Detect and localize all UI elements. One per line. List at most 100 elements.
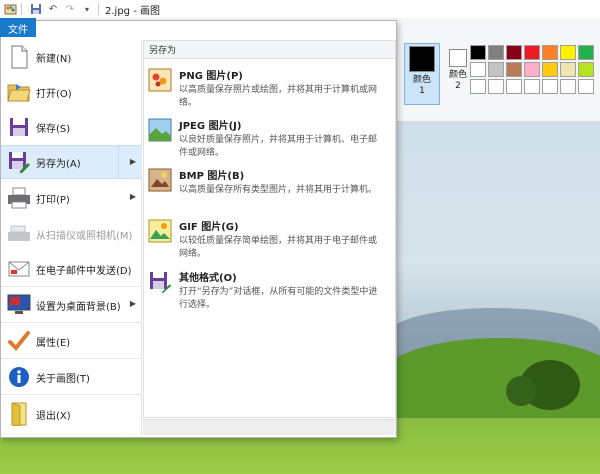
landscape-tree-small [506, 376, 536, 406]
menu-item-properties[interactable]: 属性(E) [1, 324, 142, 358]
info-icon [6, 364, 32, 390]
save-as-option-title: BMP 图片(B) [179, 171, 245, 182]
save-as-option-title: 其他格式(O) [179, 273, 237, 284]
menu-item-label: 从扫描仪或照相机(M) [36, 230, 133, 242]
color-swatch[interactable] [578, 79, 594, 94]
save-as-jpeg[interactable]: JPEG 图片(J) 以良好质量保存照片，并将其用于计算机、电子邮件或网络。 [148, 117, 393, 160]
file-menu-tab[interactable]: 文件 [0, 19, 36, 37]
color-swatch[interactable] [470, 62, 486, 77]
save-as-option-title: GIF 图片(G) [179, 222, 239, 233]
window-title: 2.jpg - 画图 [105, 5, 160, 17]
redo-icon[interactable]: ↷ [63, 2, 77, 16]
bmp-image-icon [148, 168, 172, 192]
title-separator [98, 3, 99, 15]
menu-item-label: 在电子邮件中发送(D) [36, 265, 132, 277]
menu-item-open[interactable]: 打开(O) [1, 75, 142, 109]
save-as-option-description: 以高质量保存照片或绘图，并将其用于计算机或网络。 [179, 85, 378, 108]
color-2-label: 颜色 2 [448, 70, 467, 91]
menu-separator [1, 322, 142, 323]
jpeg-image-icon [148, 118, 172, 142]
color-swatch[interactable] [470, 45, 486, 60]
color-swatch[interactable] [506, 79, 522, 94]
color-swatch[interactable] [542, 45, 558, 60]
color-swatch[interactable] [524, 62, 540, 77]
color-swatch[interactable] [506, 62, 522, 77]
color-swatch[interactable] [506, 45, 522, 60]
save-disk-icon [6, 114, 32, 140]
menu-item-label: 打印(P) [36, 194, 70, 206]
open-folder-icon [6, 79, 32, 105]
menu-bottom-bar [143, 419, 396, 435]
save-as-option-title: PNG 图片(P) [179, 71, 243, 82]
color-swatch[interactable] [542, 62, 558, 77]
color-swatch[interactable] [542, 79, 558, 94]
menu-item-label: 打开(O) [36, 88, 72, 100]
exit-icon [6, 401, 32, 427]
menu-item-save-as[interactable]: 另存为(A) ▶ [1, 145, 142, 179]
customize-quick-access-icon[interactable]: ▾ [80, 2, 94, 16]
save-as-option-description: 打开“另存为”对话框，从所有可能的文件类型中进行选择。 [179, 287, 378, 310]
printer-icon [6, 185, 32, 211]
new-file-icon [6, 44, 32, 70]
quick-access-separator [21, 3, 22, 15]
menu-separator [1, 286, 142, 287]
file-menu: 文件 新建(N) 打开(O) 保存(S) 另存为(A) ▶ 打印(P) ▶ 从扫… [0, 19, 397, 438]
color-2-swatch [449, 49, 467, 67]
gif-image-icon [148, 219, 172, 243]
color-1-swatch [409, 46, 435, 72]
menu-item-about-paint[interactable]: 关于画图(T) [1, 360, 142, 394]
color-swatch[interactable] [578, 62, 594, 77]
color-swatch[interactable] [488, 62, 504, 77]
color-swatch[interactable] [560, 45, 576, 60]
color-swatch[interactable] [560, 62, 576, 77]
save-as-header: 另存为 [144, 41, 395, 59]
checkmark-icon [6, 328, 32, 354]
menu-item-label: 另存为(A) [36, 158, 81, 170]
save-as-png[interactable]: PNG 图片(P) 以高质量保存照片或绘图，并将其用于计算机或网络。 [148, 67, 393, 110]
menu-item-label: 设置为桌面背景(B) [36, 301, 121, 313]
undo-icon[interactable]: ↶ [46, 2, 60, 16]
save-quick-icon[interactable] [29, 2, 43, 16]
color-1-label: 颜色 1 [412, 75, 431, 96]
save-as-option-description: 以较低质量保存简单绘图，并将其用于电子邮件或网络。 [179, 236, 378, 259]
menu-item-send-email[interactable]: 在电子邮件中发送(D) [1, 252, 142, 286]
color-1-selector[interactable]: 颜色 1 [404, 43, 440, 105]
email-icon [6, 256, 32, 282]
submenu-arrow-icon: ▶ [129, 299, 136, 308]
color-swatch[interactable] [488, 79, 504, 94]
color-swatch[interactable] [578, 45, 594, 60]
color-swatch[interactable] [560, 79, 576, 94]
save-as-option-description: 以高质量保存所有类型图片，并将其用于计算机。 [179, 185, 378, 195]
save-as-other-formats[interactable]: 其他格式(O) 打开“另存为”对话框，从所有可能的文件类型中进行选择。 [148, 269, 393, 312]
menu-item-new[interactable]: 新建(N) [1, 40, 142, 74]
menu-item-from-scanner: 从扫描仪或照相机(M) [1, 217, 142, 251]
desktop-background-icon [6, 292, 32, 318]
menu-item-label: 关于画图(T) [36, 373, 90, 385]
menu-separator [1, 394, 142, 395]
paint-app-icon[interactable] [3, 2, 17, 16]
other-formats-icon [148, 270, 172, 294]
scanner-icon [6, 221, 32, 247]
color-palette [470, 45, 594, 94]
save-as-gif[interactable]: GIF 图片(G) 以较低质量保存简单绘图，并将其用于电子邮件或网络。 [148, 218, 393, 261]
color-swatch[interactable] [470, 79, 486, 94]
color-swatch[interactable] [488, 45, 504, 60]
color-swatch[interactable] [524, 79, 540, 94]
menu-separator [1, 358, 142, 359]
png-image-icon [148, 68, 172, 92]
submenu-arrow-icon: ▶ [129, 157, 136, 166]
save-as-submenu: 另存为 PNG 图片(P) 以高质量保存照片或绘图，并将其用于计算机或网络。 J… [143, 40, 396, 418]
menu-item-label: 属性(E) [36, 337, 71, 349]
menu-item-print[interactable]: 打印(P) ▶ [1, 181, 142, 215]
menu-item-label: 新建(N) [36, 53, 72, 65]
save-as-bmp[interactable]: BMP 图片(B) 以高质量保存所有类型图片，并将其用于计算机。 [148, 167, 393, 197]
title-bar: ↶ ↷ ▾ 2.jpg - 画图 [0, 0, 600, 18]
color-swatch[interactable] [524, 45, 540, 60]
menu-item-label: 退出(X) [36, 410, 71, 422]
menu-item-set-desktop-background[interactable]: 设置为桌面背景(B) ▶ [1, 288, 142, 322]
save-as-option-title: JPEG 图片(J) [179, 121, 242, 132]
menu-item-save[interactable]: 保存(S) [1, 110, 142, 144]
file-menu-commands: 新建(N) 打开(O) 保存(S) 另存为(A) ▶ 打印(P) ▶ 从扫描仪或… [1, 40, 142, 436]
submenu-arrow-icon: ▶ [129, 192, 136, 201]
menu-item-exit[interactable]: 退出(X) [1, 397, 142, 431]
